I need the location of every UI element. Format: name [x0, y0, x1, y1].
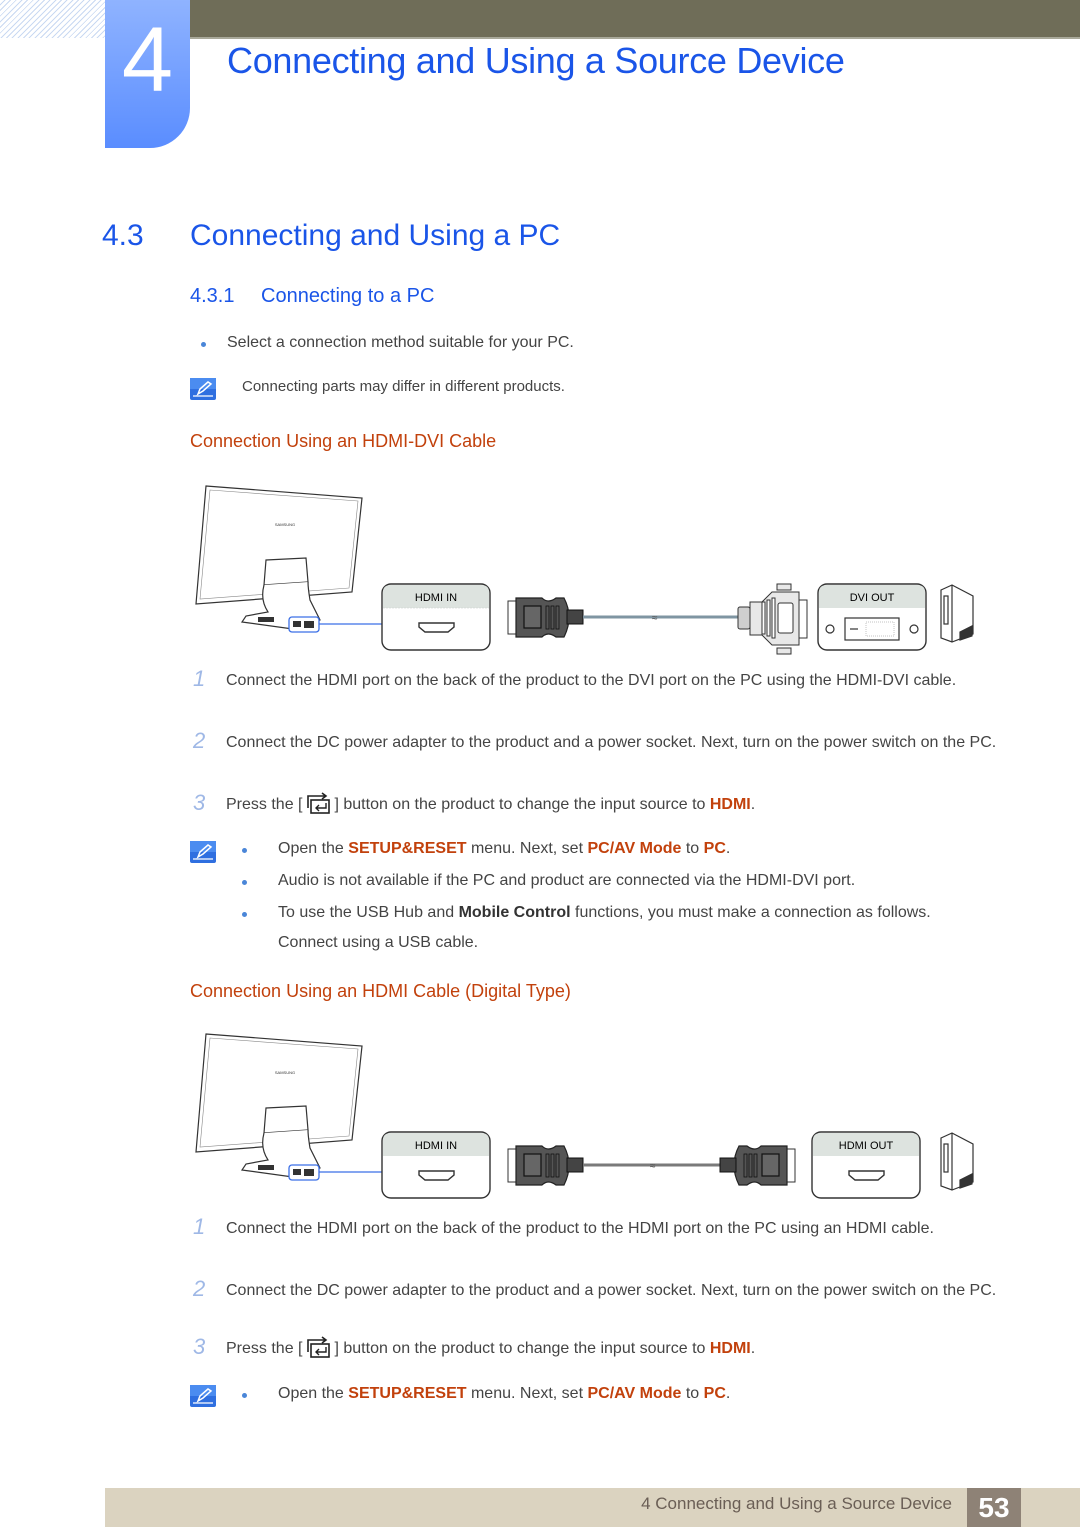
cable-break-mark: ≈: [652, 613, 658, 624]
note-icon: [190, 1385, 216, 1407]
header-hatch-decoration: [0, 0, 105, 38]
chapter-title: Connecting and Using a Source Device: [227, 40, 845, 81]
bullet-dot: [242, 880, 247, 885]
hdmi-port-icon: [418, 622, 455, 633]
setting-value-pc: PC: [703, 1385, 726, 1402]
hdmi-plug-right: [719, 1145, 796, 1186]
intro-bullet-text: Select a connection method suitable for …: [227, 334, 574, 351]
note-text: Audio is not available if the PC and pro…: [278, 872, 856, 889]
note-icon: [190, 841, 216, 863]
note-text-part: menu. Next, set: [466, 840, 588, 857]
monitor-illustration: [195, 1033, 363, 1181]
monitor-illustration: [195, 485, 363, 633]
hdmi-in-label: HDMI IN: [415, 1140, 457, 1152]
menu-setup-reset: SETUP&RESET: [348, 840, 467, 857]
step-text: Press the [ ] button on the product to c…: [226, 1335, 1006, 1363]
note-text-part: to: [681, 1385, 704, 1402]
step-text: Connect the HDMI port on the back of the…: [226, 672, 957, 689]
step-number: 1: [193, 1214, 206, 1239]
pc-tower-illustration: [940, 584, 974, 643]
subsection-title: Connecting to a PC: [261, 285, 435, 307]
bullet-dot: [242, 848, 247, 853]
source-button-icon: [307, 792, 331, 814]
note-text-part: Open the: [278, 1385, 349, 1402]
dvi-out-label: DVI OUT: [850, 592, 895, 604]
feature-mobile-control: Mobile Control: [458, 904, 571, 921]
section-title: Connecting and Using a PC: [190, 219, 561, 252]
bullet-dot: [242, 912, 247, 917]
note-text-part: .: [725, 840, 731, 857]
step-text: Connect the DC power adapter to the prod…: [226, 734, 997, 751]
hdmi-digital-heading: Connection Using an HDMI Cable (Digital …: [190, 981, 571, 1001]
step-text-part: ] button on the product to change the in…: [334, 1340, 710, 1357]
input-source-hdmi: HDMI: [709, 796, 751, 813]
source-button-icon: [307, 1336, 331, 1358]
step-text-part: ] button on the product to change the in…: [334, 796, 710, 813]
step-text-part: Press the [: [226, 1340, 303, 1357]
note-text: Open the SETUP&RESET menu. Next, set PC/…: [278, 1384, 730, 1404]
pc-tower-illustration: [940, 1132, 974, 1191]
step-text: Connect the HDMI port on the back of the…: [226, 1220, 934, 1237]
note-text-part: .: [725, 1385, 731, 1402]
setting-pc-av-mode: PC/AV Mode: [587, 1385, 682, 1402]
bullet-dot: [242, 1393, 247, 1398]
chapter-number: 4: [121, 9, 174, 111]
note-text: Open the SETUP&RESET menu. Next, set PC/…: [278, 839, 730, 859]
note-text-part: menu. Next, set: [466, 1385, 588, 1402]
intro-note-text: Connecting parts may differ in different…: [242, 378, 565, 395]
step-number: 2: [193, 728, 206, 753]
step-text: Press the [ ] button on the product to c…: [226, 791, 1006, 819]
setting-pc-av-mode: PC/AV Mode: [587, 840, 682, 857]
input-source-hdmi: HDMI: [709, 1340, 751, 1357]
hdmi-out-label: HDMI OUT: [839, 1140, 894, 1152]
hdmi-dvi-heading: Connection Using an HDMI-DVI Cable: [190, 431, 497, 451]
step-number: 3: [193, 790, 206, 815]
step-text-part: .: [750, 1340, 756, 1357]
monitor-brand-text: SAMSUNG: [275, 522, 295, 527]
hdmi-dvi-diagram: SAMSUNG HDMI IN ≈ DVI OUT: [195, 485, 974, 655]
menu-setup-reset: SETUP&RESET: [348, 1385, 467, 1402]
note-text-continued: Connect using a USB cable.: [278, 934, 479, 951]
page-number: 53: [967, 1488, 1021, 1527]
footer-chapter-ref: 4 Connecting and Using a Source Device: [641, 1494, 952, 1513]
step-number: 1: [193, 666, 206, 691]
bullet-dot: [201, 342, 206, 347]
hdmi-digital-diagram: SAMSUNG HDMI IN ≈ HDMI OUT: [195, 1033, 974, 1199]
step-text-part: Press the [: [226, 796, 303, 813]
step-text-part: .: [750, 796, 756, 813]
setting-value-pc: PC: [703, 840, 726, 857]
hdmi-plug: [507, 597, 584, 638]
note-text-part: Open the: [278, 840, 349, 857]
note-text-part: functions, you must make a connection as…: [570, 904, 931, 921]
hdmi-plug-left: [507, 1145, 584, 1186]
subsection-number: 4.3.1: [190, 285, 235, 307]
dvi-plug: [737, 583, 808, 655]
step-number: 2: [193, 1276, 206, 1301]
step-number: 3: [193, 1334, 206, 1359]
monitor-brand-text: SAMSUNG: [275, 1070, 295, 1075]
note-text-part: To use the USB Hub and: [278, 904, 459, 921]
header-bar: [190, 0, 1080, 39]
note-text-part: to: [681, 840, 704, 857]
note-icon: [190, 378, 216, 400]
note-text: To use the USB Hub and Mobile Control fu…: [278, 903, 931, 923]
step-text: Connect the DC power adapter to the prod…: [226, 1282, 997, 1299]
cable-break-mark: ≈: [650, 1161, 656, 1172]
section-number: 4.3: [102, 219, 144, 252]
hdmi-in-label: HDMI IN: [415, 592, 457, 604]
